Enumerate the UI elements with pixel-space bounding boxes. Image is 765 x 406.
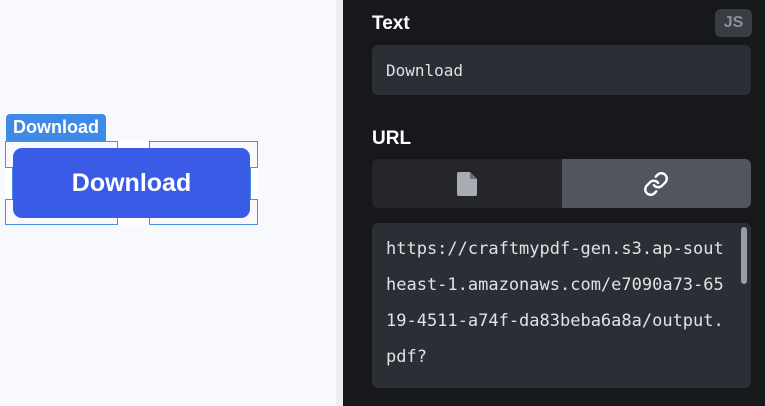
resize-handle-left[interactable] xyxy=(5,167,13,200)
properties-panel: Text JS Download URL https://craftmypdf-… xyxy=(343,0,765,406)
url-textarea[interactable]: https://craftmypdf-gen.s3.ap-southeast-1… xyxy=(372,223,751,388)
link-icon xyxy=(644,171,669,196)
resize-handle-right[interactable] xyxy=(250,167,258,200)
file-source-option[interactable] xyxy=(372,159,562,208)
panel-divider[interactable] xyxy=(336,0,343,406)
js-toggle-button[interactable]: JS xyxy=(715,9,752,37)
url-label: URL xyxy=(372,128,412,149)
download-button-element[interactable]: Download xyxy=(13,148,250,218)
resize-handle-bottom[interactable] xyxy=(117,217,150,225)
url-source-toggle xyxy=(372,159,751,208)
selection-label: Download xyxy=(6,114,106,141)
url-text: https://craftmypdf-gen.s3.ap-southeast-1… xyxy=(386,239,724,367)
text-input[interactable]: Download xyxy=(372,45,751,95)
link-source-option[interactable] xyxy=(561,159,751,208)
url-scrollbar[interactable] xyxy=(741,227,747,284)
text-label: Text xyxy=(372,13,410,34)
design-canvas: Download Download xyxy=(0,0,336,406)
file-icon xyxy=(456,171,477,196)
